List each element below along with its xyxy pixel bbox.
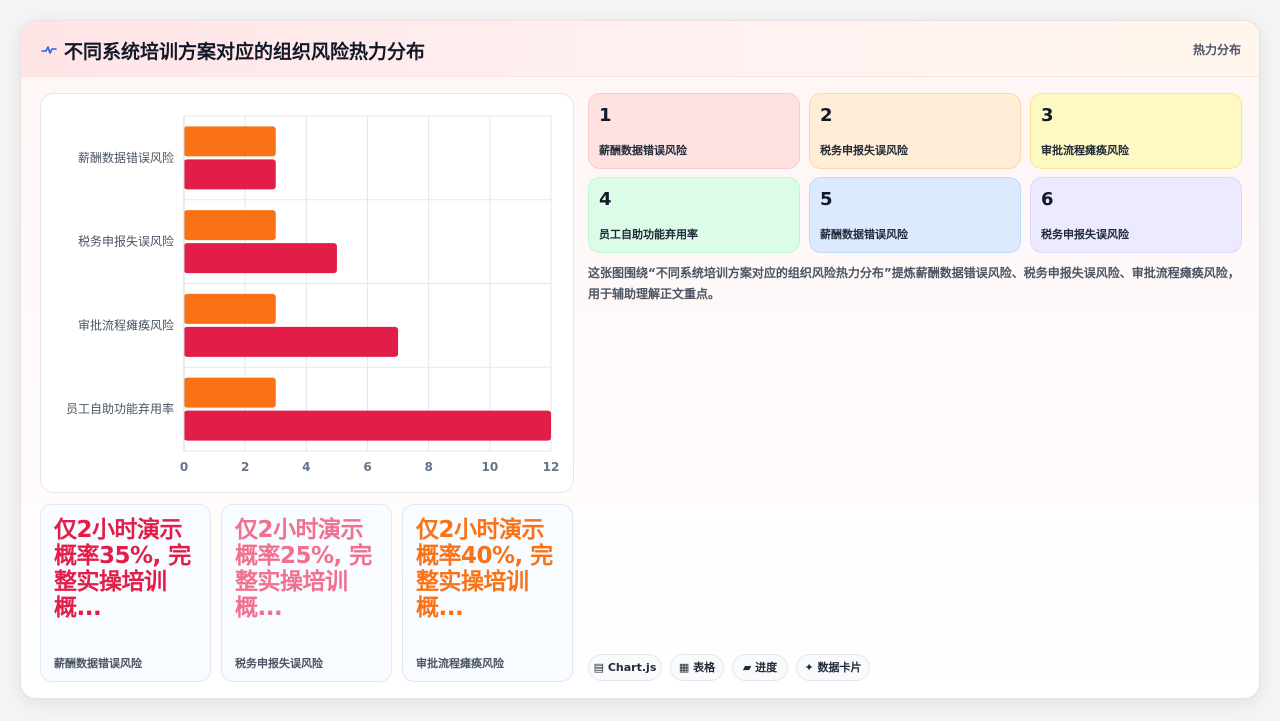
tile-5[interactable]: 5 薪酬数据错误风险 xyxy=(809,177,1021,253)
tile-label: 薪酬数据错误风险 xyxy=(599,144,687,157)
x-tick-label: 10 xyxy=(481,460,498,474)
tile-label: 薪酬数据错误风险 xyxy=(820,228,908,241)
bar xyxy=(184,210,276,241)
chart-description: 这张图围绕“不同系统培训方案对应的组织风险热力分布”提炼薪酬数据错误风险、税务申… xyxy=(588,266,1240,301)
bar xyxy=(184,377,276,408)
chip-chartjs[interactable]: ▤ Chart.js xyxy=(588,654,662,681)
bar xyxy=(184,243,337,274)
chart-panel: 薪酬数据错误风险 税务申报失误风险 审批流程瘫痪风险员工自助功能弃用率 0 2 4 6 8 10… xyxy=(40,93,574,493)
stat-label: 薪酬数据错误风险 xyxy=(54,657,142,670)
bar xyxy=(184,410,551,441)
stat-label: 税务申报失误风险 xyxy=(235,657,323,670)
x-tick-label: 4 xyxy=(302,460,310,474)
tile-label: 税务申报失误风险 xyxy=(1041,228,1129,241)
tile-label: 审批流程瘫痪风险 xyxy=(1041,144,1129,157)
bar xyxy=(184,326,399,357)
bar-chart[interactable]: 薪酬数据错误风险税务申报失误风险审批流程瘫痪风险员工自助功能弃用率 0 2 4 6 8 10… xyxy=(41,94,575,494)
category-tiles: 1 薪酬数据错误风险 2 税务申报失误风险 3 审批流程瘫痪风险 4 员工自助功… xyxy=(588,93,1242,253)
y-tick-label: 税务申报失误风险 xyxy=(78,234,174,249)
chip-label: 表格 xyxy=(693,661,716,674)
chip-table[interactable]: ▦ 表格 xyxy=(670,654,724,681)
chip-label: Chart.js xyxy=(607,661,657,674)
stat-card-3[interactable]: 仅2小时演示 概率40%, 完整实操培训概... 审批流程瘫痪风险 xyxy=(402,504,573,682)
stat-value: 仅2小时演示 概率35%, 完整实操培训概... xyxy=(54,517,191,621)
x-tick-label: 2 xyxy=(241,460,249,474)
tile-6[interactable]: 6 税务申报失误风险 xyxy=(1030,177,1242,253)
progress-icon: ▰ xyxy=(742,661,752,674)
tile-1[interactable]: 1 薪酬数据错误风险 xyxy=(588,93,800,169)
x-tick-label: 6 xyxy=(363,460,371,474)
tile-number: 4 xyxy=(599,189,612,210)
x-tick-label: 12 xyxy=(543,460,560,474)
y-tick-label: 审批流程瘫痪风险 xyxy=(78,317,174,332)
table-icon: ▦ xyxy=(678,661,690,674)
chart-icon: ▤ xyxy=(593,661,605,674)
chip-data-card[interactable]: ✦ 数据卡片 xyxy=(796,654,870,681)
stat-card-2[interactable]: 仅2小时演示 概率25%, 完整实操培训概... 税务申报失误风险 xyxy=(221,504,392,682)
tile-number: 3 xyxy=(1041,105,1054,126)
chip-progress[interactable]: ▰ 进度 xyxy=(732,654,788,681)
page-title: 不同系统培训方案对应的组织风险热力分布 xyxy=(64,41,426,63)
tile-2[interactable]: 2 税务申报失误风险 xyxy=(809,93,1021,169)
y-tick-label: 薪酬数据错误风险 xyxy=(78,150,174,165)
header: 不同系统培训方案对应的组织风险热力分布 热力分布 xyxy=(21,21,1259,77)
tile-number: 5 xyxy=(820,189,833,210)
x-tick-label: 8 xyxy=(424,460,432,474)
y-tick-label: 员工自助功能弃用率 xyxy=(66,401,174,416)
dashboard-card: 不同系统培训方案对应的组织风险热力分布 热力分布 薪酬数据错误风险 税务申报失误风… xyxy=(20,20,1260,699)
sparkle-icon: ✦ xyxy=(804,661,814,674)
activity-line-icon xyxy=(41,46,57,54)
header-badge: 热力分布 xyxy=(1192,43,1241,57)
tile-3[interactable]: 3 审批流程瘫痪风险 xyxy=(1030,93,1242,169)
stat-value: 仅2小时演示 概率40%, 完整实操培训概... xyxy=(416,517,553,621)
bar xyxy=(184,293,276,324)
tile-number: 6 xyxy=(1041,189,1054,210)
tile-number: 1 xyxy=(599,105,612,126)
chip-label: 数据卡片 xyxy=(817,661,862,674)
stat-card-1[interactable]: 仅2小时演示 概率35%, 完整实操培训概... 薪酬数据错误风险 xyxy=(40,504,211,682)
tile-number: 2 xyxy=(820,105,833,126)
x-tick-label: 0 xyxy=(180,460,188,474)
stat-value: 仅2小时演示 概率25%, 完整实操培训概... xyxy=(235,517,372,621)
bar xyxy=(184,159,276,190)
tile-4[interactable]: 4 员工自助功能弃用率 xyxy=(588,177,800,253)
bar xyxy=(184,126,276,157)
tile-label: 员工自助功能弃用率 xyxy=(599,228,698,241)
stat-label: 审批流程瘫痪风险 xyxy=(416,657,504,670)
tile-label: 税务申报失误风险 xyxy=(820,144,908,157)
chip-label: 进度 xyxy=(755,661,778,674)
